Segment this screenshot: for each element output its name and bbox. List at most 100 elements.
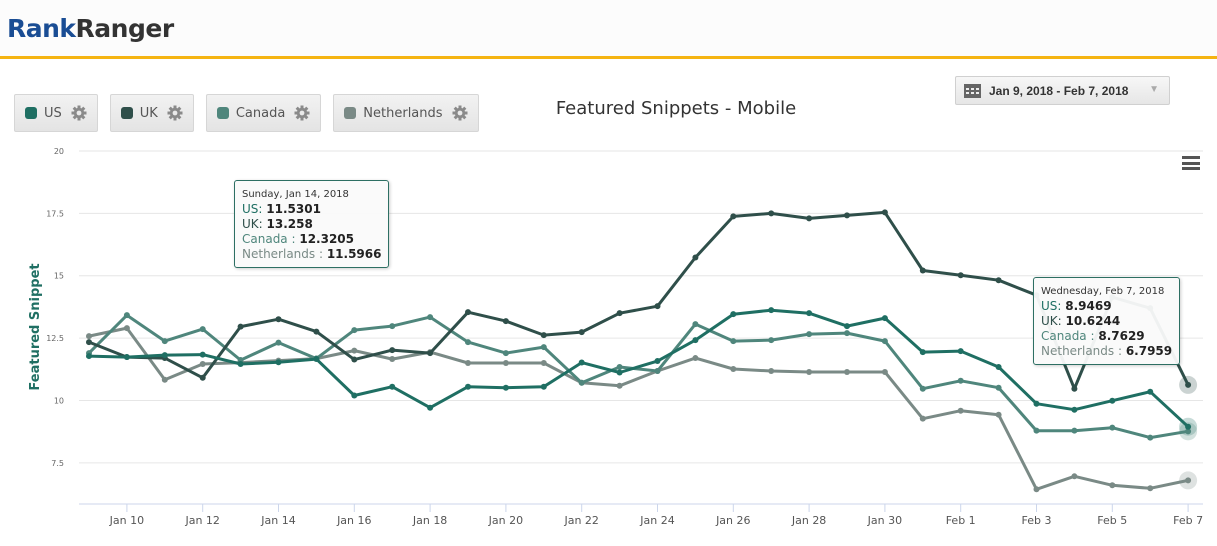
data-point-uk[interactable] (578, 329, 585, 336)
data-point-us[interactable] (768, 307, 775, 314)
data-point-uk[interactable] (768, 210, 775, 217)
data-point-netherlands[interactable] (730, 366, 737, 373)
data-point-uk[interactable] (427, 350, 434, 357)
data-point-netherlands[interactable] (768, 368, 775, 375)
data-point-us[interactable] (86, 353, 92, 360)
data-point-us[interactable] (199, 351, 206, 358)
data-point-canada[interactable] (389, 323, 396, 330)
data-point-netherlands[interactable] (616, 382, 623, 389)
data-point-us[interactable] (237, 361, 244, 368)
data-point-netherlands[interactable] (389, 356, 396, 363)
data-point-uk[interactable] (540, 332, 547, 339)
data-point-canada[interactable] (161, 338, 168, 345)
data-point-canada[interactable] (730, 338, 737, 345)
data-point-canada[interactable] (1033, 427, 1040, 434)
data-point-us[interactable] (161, 352, 168, 359)
data-point-canada[interactable] (654, 368, 661, 375)
data-point-netherlands[interactable] (957, 407, 964, 414)
data-point-canada[interactable] (465, 339, 471, 346)
data-point-us[interactable] (730, 311, 737, 318)
data-point-canada[interactable] (502, 350, 509, 357)
data-point-canada[interactable] (844, 330, 850, 337)
data-point-uk[interactable] (502, 318, 509, 325)
data-point-us[interactable] (1185, 423, 1192, 430)
data-point-us[interactable] (692, 337, 699, 344)
data-point-us[interactable] (1071, 406, 1078, 413)
data-point-canada[interactable] (806, 331, 813, 338)
data-point-netherlands[interactable] (123, 325, 130, 332)
data-point-uk[interactable] (237, 323, 244, 330)
data-point-netherlands[interactable] (881, 369, 888, 376)
data-point-canada[interactable] (540, 344, 547, 351)
data-point-canada[interactable] (1109, 424, 1116, 431)
data-point-us[interactable] (654, 358, 661, 365)
data-point-uk[interactable] (995, 277, 1002, 284)
data-point-canada[interactable] (957, 377, 964, 384)
data-point-uk[interactable] (1185, 381, 1192, 388)
data-point-us[interactable] (1109, 397, 1116, 404)
data-point-uk[interactable] (199, 374, 206, 381)
data-point-netherlands[interactable] (465, 360, 471, 367)
data-point-canada[interactable] (351, 327, 358, 334)
data-point-netherlands[interactable] (995, 411, 1002, 418)
data-point-canada[interactable] (616, 364, 623, 371)
data-point-netherlands[interactable] (351, 347, 358, 354)
data-point-canada[interactable] (692, 321, 699, 328)
data-point-us[interactable] (351, 392, 358, 399)
data-point-canada[interactable] (1147, 434, 1154, 441)
data-point-canada[interactable] (578, 379, 585, 386)
data-point-netherlands[interactable] (86, 333, 92, 340)
data-point-us[interactable] (313, 356, 320, 363)
data-point-us[interactable] (844, 323, 850, 330)
data-point-canada[interactable] (199, 326, 206, 333)
data-point-uk[interactable] (730, 213, 737, 220)
data-point-uk[interactable] (465, 309, 471, 316)
data-point-uk[interactable] (351, 356, 358, 363)
data-point-uk[interactable] (844, 212, 850, 219)
data-point-us[interactable] (502, 384, 509, 391)
data-point-netherlands[interactable] (1185, 477, 1192, 484)
data-point-netherlands[interactable] (502, 360, 509, 367)
data-point-netherlands[interactable] (919, 415, 926, 422)
data-point-uk[interactable] (86, 339, 92, 346)
data-point-canada[interactable] (881, 338, 888, 345)
data-point-netherlands[interactable] (1033, 486, 1040, 493)
data-point-netherlands[interactable] (161, 376, 168, 383)
data-point-uk[interactable] (616, 310, 623, 317)
data-point-us[interactable] (389, 383, 396, 390)
series-line-netherlands[interactable] (87, 326, 1190, 491)
data-point-uk[interactable] (692, 254, 699, 261)
data-point-us[interactable] (957, 348, 964, 355)
data-point-us[interactable] (806, 310, 813, 317)
data-point-uk[interactable] (654, 303, 661, 310)
data-point-uk[interactable] (957, 272, 964, 279)
data-point-netherlands[interactable] (806, 369, 813, 376)
data-point-netherlands[interactable] (844, 369, 850, 376)
data-point-netherlands[interactable] (1071, 473, 1078, 480)
data-point-canada[interactable] (275, 339, 282, 346)
data-point-canada[interactable] (768, 337, 775, 344)
data-point-uk[interactable] (275, 316, 282, 323)
series-line-canada[interactable] (87, 313, 1190, 440)
data-point-netherlands[interactable] (540, 360, 547, 367)
data-point-canada[interactable] (995, 384, 1002, 391)
data-point-uk[interactable] (389, 347, 396, 354)
data-point-netherlands[interactable] (199, 361, 206, 368)
data-point-us[interactable] (616, 369, 623, 376)
data-point-us[interactable] (540, 383, 547, 390)
data-point-uk[interactable] (919, 267, 926, 274)
data-point-us[interactable] (427, 404, 434, 411)
data-point-canada[interactable] (1071, 427, 1078, 434)
data-point-netherlands[interactable] (1109, 482, 1116, 489)
data-point-netherlands[interactable] (692, 355, 699, 362)
data-point-us[interactable] (578, 359, 585, 366)
data-point-uk[interactable] (806, 215, 813, 222)
data-point-canada[interactable] (123, 312, 130, 319)
data-point-canada[interactable] (919, 385, 926, 392)
data-point-us[interactable] (919, 349, 926, 356)
data-point-us[interactable] (1033, 400, 1040, 407)
data-point-uk[interactable] (313, 328, 320, 335)
data-point-us[interactable] (1147, 388, 1154, 395)
data-point-uk[interactable] (881, 209, 888, 216)
data-point-us[interactable] (123, 354, 130, 361)
